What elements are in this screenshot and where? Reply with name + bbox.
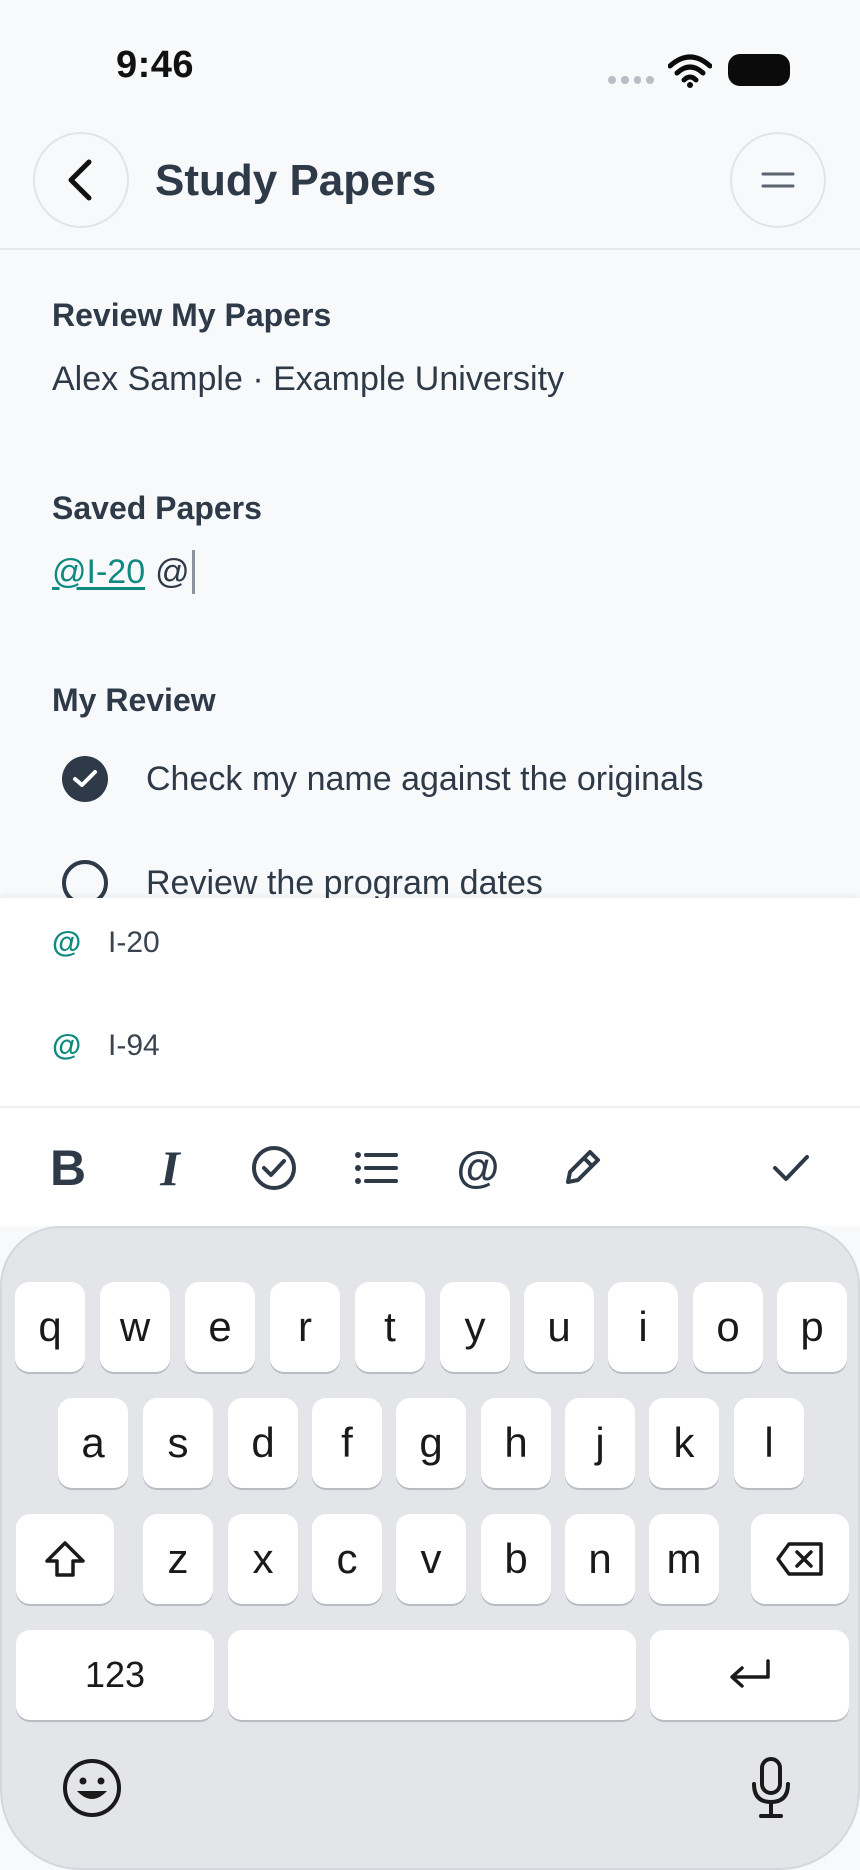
mention-button[interactable]: @ [442, 1132, 514, 1204]
shift-icon [45, 1541, 85, 1577]
italic-button[interactable]: I [134, 1132, 206, 1204]
highlight-button[interactable] [546, 1132, 618, 1204]
key-w[interactable]: w [100, 1282, 170, 1372]
suggestion-label: I-94 [108, 1029, 160, 1062]
emoji-button[interactable] [52, 1748, 132, 1828]
mention-suggestions: @ I-20 @ I-94 [0, 898, 860, 1106]
return-key[interactable] [650, 1630, 849, 1720]
shift-key[interactable] [16, 1514, 114, 1604]
profile-subtitle: Alex Sample · Example University [52, 360, 565, 398]
key-s[interactable]: s [143, 1398, 213, 1488]
backspace-icon [776, 1542, 823, 1576]
key-x[interactable]: x [228, 1514, 298, 1604]
key-l[interactable]: l [734, 1398, 804, 1488]
return-icon [729, 1659, 770, 1688]
suggestion-label: I-20 [108, 926, 160, 959]
status-bar: 9:46 [0, 0, 860, 120]
suggestion-item[interactable]: @ I-94 [0, 1001, 860, 1091]
key-j[interactable]: j [565, 1398, 635, 1488]
key-o[interactable]: o [693, 1282, 763, 1372]
key-q[interactable]: q [15, 1282, 85, 1372]
at-icon: @ [52, 926, 82, 959]
mention-link-i20[interactable]: @I-20 [52, 553, 145, 592]
bold-button[interactable]: B [32, 1132, 104, 1204]
chevron-left-icon [68, 159, 92, 201]
key-r[interactable]: r [270, 1282, 340, 1372]
checkmark-icon [773, 1155, 809, 1181]
done-button[interactable] [755, 1132, 827, 1204]
review-heading: My Review [52, 682, 216, 718]
numbers-key[interactable]: 123 [16, 1630, 214, 1720]
key-h[interactable]: h [481, 1398, 551, 1488]
text-cursor [191, 550, 195, 594]
key-t[interactable]: t [355, 1282, 425, 1372]
key-i[interactable]: i [608, 1282, 678, 1372]
microphone-button[interactable] [731, 1748, 811, 1828]
task-item[interactable]: Check my name against the originals [62, 756, 704, 802]
key-b[interactable]: b [481, 1514, 551, 1604]
at-icon: @ [52, 1029, 82, 1062]
key-f[interactable]: f [312, 1398, 382, 1488]
keyboard: q w e r t y u i o p a s d f g h j k l z … [0, 1226, 860, 1870]
key-y[interactable]: y [440, 1282, 510, 1372]
key-m[interactable]: m [649, 1514, 719, 1604]
checked-circle-icon[interactable] [62, 756, 108, 802]
suggestion-item[interactable]: @ I-20 [0, 898, 860, 988]
space-key[interactable] [228, 1630, 636, 1720]
at-icon: @ [456, 1143, 500, 1192]
task-label: Review the program dates [146, 863, 543, 902]
formatting-toolbar: B I @ [0, 1106, 860, 1226]
bold-icon: B [49, 1140, 87, 1196]
pending-mention: @ [155, 552, 190, 591]
key-n[interactable]: n [565, 1514, 635, 1604]
saved-papers-heading: Saved Papers [52, 490, 262, 526]
key-z[interactable]: z [143, 1514, 213, 1604]
key-u[interactable]: u [524, 1282, 594, 1372]
profile-heading: Review My Papers [52, 297, 332, 333]
key-a[interactable]: a [58, 1398, 128, 1488]
battery-icon [728, 54, 790, 86]
emoji-icon [63, 1759, 121, 1817]
check-circle-icon [252, 1146, 296, 1190]
wifi-icon [668, 54, 712, 88]
key-d[interactable]: d [228, 1398, 298, 1488]
task-label: Check my name against the originals [146, 759, 704, 798]
bullet-list-button[interactable] [340, 1132, 412, 1204]
checklist-button[interactable] [238, 1132, 310, 1204]
signal-icon [608, 76, 654, 86]
italic-icon: I [160, 1140, 180, 1196]
key-g[interactable]: g [396, 1398, 466, 1488]
back-button[interactable] [33, 132, 129, 228]
menu-button[interactable] [730, 132, 826, 228]
key-p[interactable]: p [777, 1282, 847, 1372]
mentions-line[interactable]: @I-20 @ [52, 550, 195, 594]
page-title: Study Papers [155, 156, 437, 205]
backspace-key[interactable] [751, 1514, 849, 1604]
menu-icon [761, 172, 795, 188]
nav-bar: Study Papers [0, 120, 860, 250]
key-k[interactable]: k [649, 1398, 719, 1488]
key-c[interactable]: c [312, 1514, 382, 1604]
pencil-icon [566, 1150, 600, 1184]
key-v[interactable]: v [396, 1514, 466, 1604]
bullet-list-icon [355, 1152, 398, 1184]
key-e[interactable]: e [185, 1282, 255, 1372]
microphone-icon [752, 1757, 790, 1818]
status-time: 9:46 [116, 44, 195, 86]
